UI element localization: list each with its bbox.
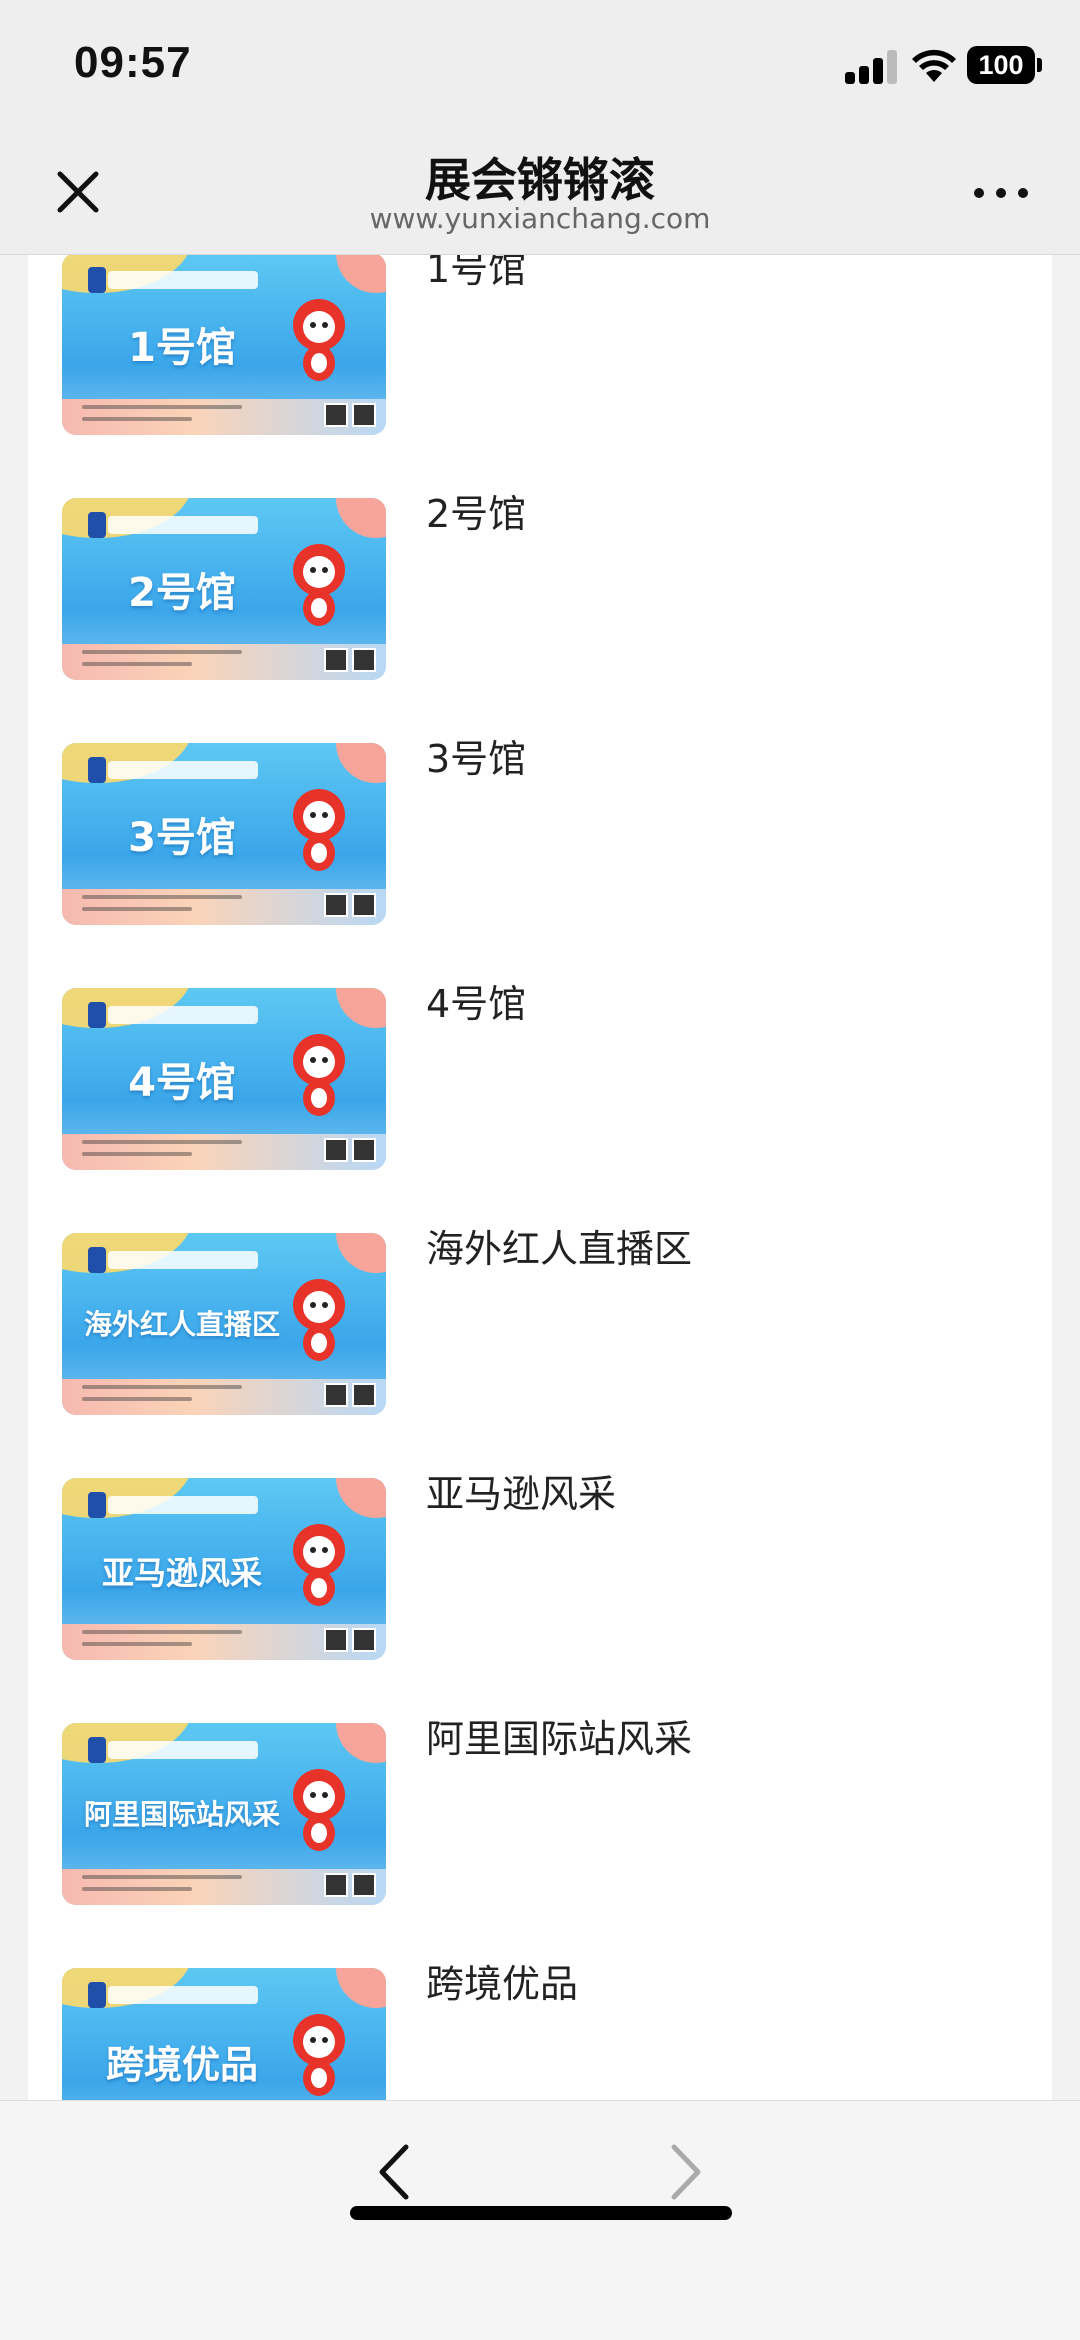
item-title: 跨境优品 (426, 1962, 579, 2006)
hall-banner-image: 阿里国际站风采 (62, 1723, 386, 1905)
list-item[interactable]: 阿里国际站风采 阿里国际站风采 (28, 1715, 1052, 1915)
banner-title: 2号馆 (128, 570, 236, 616)
hall-banner-image: 2号馆 (62, 498, 386, 680)
item-title: 海外红人直播区 (426, 1227, 693, 1271)
banner-title: 3号馆 (128, 815, 236, 861)
mascot-icon (293, 789, 345, 871)
page-title: 展会锵锵滚 (425, 153, 655, 207)
battery-tip (1037, 58, 1042, 72)
mascot-icon (293, 1769, 345, 1851)
navigation-bar: 展会锵锵滚 www.yunxianchang.com (0, 130, 1080, 255)
mascot-icon (293, 2014, 345, 2096)
list-item[interactable]: 2号馆 2号馆 (28, 490, 1052, 690)
chevron-left-icon[interactable] (370, 2137, 420, 2207)
bottom-toolbar (0, 2100, 1080, 2340)
home-indicator[interactable] (350, 2206, 732, 2220)
mascot-icon (293, 299, 345, 381)
hall-banner-image: 亚马逊风采 (62, 1478, 386, 1660)
mascot-icon (293, 1279, 345, 1361)
mascot-icon (293, 1524, 345, 1606)
banner-title: 跨境优品 (105, 2043, 258, 2087)
item-title: 1号馆 (426, 255, 527, 291)
item-title: 阿里国际站风采 (426, 1717, 693, 1761)
banner-title: 1号馆 (128, 325, 236, 371)
mascot-icon (293, 544, 345, 626)
status-bar: 09:57 100 (0, 0, 1080, 130)
item-title: 3号馆 (426, 737, 527, 781)
hall-banner-image: 4号馆 (62, 988, 386, 1170)
hall-banner-image: 跨境优品 (62, 1968, 386, 2100)
chevron-right-icon[interactable] (660, 2137, 710, 2207)
banner-title: 4号馆 (128, 1060, 236, 1106)
battery-icon: 100 (967, 46, 1035, 84)
list-item[interactable]: 海外红人直播区 海外红人直播区 (28, 1225, 1052, 1425)
banner-title: 阿里国际站风采 (83, 1798, 280, 1831)
wifi-icon (912, 49, 956, 82)
list-item[interactable]: 4号馆 4号馆 (28, 980, 1052, 1180)
list-item[interactable]: 3号馆 3号馆 (28, 735, 1052, 935)
item-title: 2号馆 (426, 492, 527, 536)
banner-title: 海外红人直播区 (83, 1308, 280, 1341)
hall-banner-image: 海外红人直播区 (62, 1233, 386, 1415)
hall-banner-image: 3号馆 (62, 743, 386, 925)
content-area: 1号馆 1号馆 2号馆 2号馆 3号馆 3号馆 4号馆 4号馆 海外红人直播区 … (28, 255, 1052, 2100)
list-item[interactable]: 1号馆 1号馆 (28, 255, 1052, 445)
list-item[interactable]: 跨境优品 跨境优品 (28, 1960, 1052, 2100)
item-title: 亚马逊风采 (426, 1472, 617, 1516)
page-domain: www.yunxianchang.com (369, 202, 711, 235)
cellular-signal-icon (845, 50, 897, 84)
banner-title: 亚马逊风采 (101, 1554, 262, 1592)
list-item[interactable]: 亚马逊风采 亚马逊风采 (28, 1470, 1052, 1670)
more-icon[interactable] (966, 172, 1036, 212)
item-title: 4号馆 (426, 982, 527, 1026)
hall-banner-image: 1号馆 (62, 255, 386, 435)
mascot-icon (293, 1034, 345, 1116)
status-time: 09:57 (74, 38, 192, 87)
